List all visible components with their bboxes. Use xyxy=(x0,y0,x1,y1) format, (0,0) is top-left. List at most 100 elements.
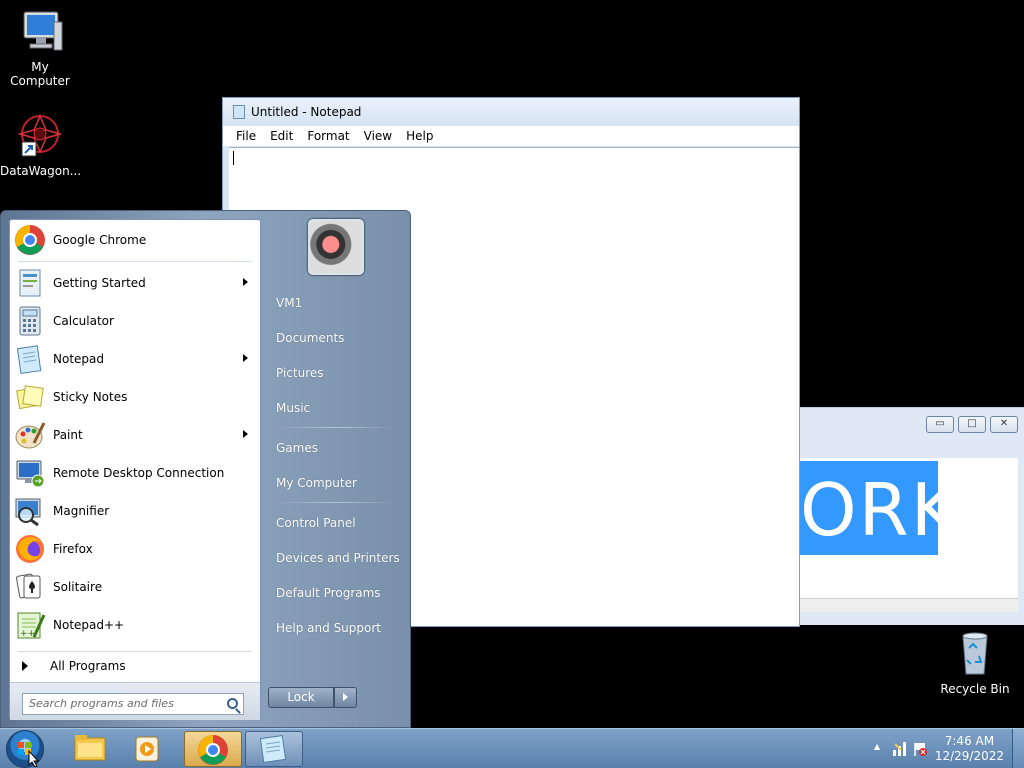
program-paint[interactable]: Paint xyxy=(10,416,260,454)
desktop-icon-datawagon[interactable]: DataWagon... xyxy=(0,112,82,178)
program-solitaire[interactable]: Solitaire xyxy=(10,568,260,606)
media-player-icon xyxy=(135,736,159,762)
desktop-icon-recycle-bin[interactable]: Recycle Bin xyxy=(935,630,1015,696)
folder-icon xyxy=(74,735,106,761)
windows-logo-icon xyxy=(18,742,40,768)
program-getting-started[interactable]: Getting Started xyxy=(10,264,260,302)
program-remote-desktop[interactable]: Remote Desktop Connection xyxy=(10,454,260,492)
program-notepad[interactable]: Notepad xyxy=(10,340,260,378)
system-tray: ▲ 7:46 AM 12/29/2022 xyxy=(864,729,1024,768)
program-label: Google Chrome xyxy=(53,233,147,247)
program-label: Sticky Notes xyxy=(53,390,128,404)
program-label: Firefox xyxy=(53,542,93,556)
show-hidden-icons-button[interactable]: ▲ xyxy=(874,742,880,751)
triangle-right-icon xyxy=(22,661,28,671)
background-window[interactable]: ▭ □ ✕ ORK xyxy=(800,407,1024,625)
background-window-content[interactable]: ORK xyxy=(800,458,1018,608)
start-menu: Google Chrome Getting Started Calculator xyxy=(0,210,411,728)
notepad-plus-plus-icon: ++ xyxy=(14,609,46,641)
action-center-flag-icon[interactable] xyxy=(912,741,928,757)
program-notepad-plus-plus[interactable]: ++ Notepad++ xyxy=(10,606,260,644)
search-placeholder: Search programs and files xyxy=(29,697,174,710)
taskbar-media-player[interactable] xyxy=(120,731,178,767)
magnifier-icon xyxy=(14,495,46,527)
taskbar-notepad[interactable] xyxy=(245,731,303,767)
separator xyxy=(18,261,252,262)
desktop-icon-my-computer[interactable]: My Computer xyxy=(0,8,80,88)
notepad-icon xyxy=(233,105,245,119)
right-item-control-panel[interactable]: Control Panel xyxy=(269,505,403,540)
start-menu-right-pane: VM1 Documents Pictures Music Games My Co… xyxy=(269,285,403,645)
clock[interactable]: 7:46 AM 12/29/2022 xyxy=(935,734,1004,764)
right-item-vm1[interactable]: VM1 xyxy=(269,285,403,320)
notepad-icon xyxy=(259,735,287,763)
submenu-arrow-icon xyxy=(243,430,248,438)
menu-view[interactable]: View xyxy=(357,129,399,143)
recycle-bin-icon xyxy=(951,630,999,678)
horizontal-scrollbar[interactable] xyxy=(800,598,1018,612)
getting-started-icon xyxy=(14,267,46,299)
start-button[interactable] xyxy=(6,730,44,768)
chrome-icon xyxy=(198,735,228,765)
sticky-notes-icon xyxy=(14,381,46,413)
right-item-default-programs[interactable]: Default Programs xyxy=(269,575,403,610)
notepad-icon xyxy=(14,343,46,375)
desktop-icon-label: My Computer xyxy=(10,60,70,88)
right-item-pictures[interactable]: Pictures xyxy=(269,355,403,390)
program-label: Calculator xyxy=(53,314,114,328)
submenu-arrow-icon xyxy=(243,354,248,362)
program-label: Remote Desktop Connection xyxy=(53,466,225,480)
program-label: Notepad xyxy=(53,352,104,366)
notepad-title-bar[interactable]: Untitled - Notepad xyxy=(223,98,799,126)
taskbar: ▲ 7:46 AM 12/29/2022 xyxy=(0,728,1024,768)
menu-help[interactable]: Help xyxy=(399,129,440,143)
program-label: Paint xyxy=(53,428,83,442)
right-item-help-support[interactable]: Help and Support xyxy=(269,610,403,645)
taskbar-chrome[interactable] xyxy=(184,731,242,767)
taskbar-explorer[interactable] xyxy=(62,731,120,767)
all-programs-label: All Programs xyxy=(50,659,126,673)
show-desktop-button[interactable] xyxy=(1012,729,1024,768)
desktop-icon-label: DataWagon... xyxy=(0,164,82,178)
search-area: Search programs and files xyxy=(10,682,260,720)
clock-time: 7:46 AM xyxy=(944,734,995,748)
close-button[interactable]: ✕ xyxy=(990,416,1018,433)
firefox-icon xyxy=(14,533,46,565)
search-icon[interactable] xyxy=(227,698,238,709)
paint-icon xyxy=(14,419,46,451)
right-item-devices-printers[interactable]: Devices and Printers xyxy=(269,540,403,575)
minimize-button[interactable]: ▭ xyxy=(926,416,954,433)
right-item-documents[interactable]: Documents xyxy=(269,320,403,355)
user-picture[interactable] xyxy=(308,219,364,275)
right-item-games[interactable]: Games xyxy=(269,430,403,465)
program-magnifier[interactable]: Magnifier xyxy=(10,492,260,530)
program-calculator[interactable]: Calculator xyxy=(10,302,260,340)
calculator-icon xyxy=(14,305,46,337)
selected-text: ORK xyxy=(800,468,960,552)
separator xyxy=(275,502,397,503)
chrome-icon xyxy=(14,224,46,256)
shutdown-options-arrow-icon[interactable] xyxy=(334,687,357,708)
program-label: Magnifier xyxy=(53,504,110,518)
program-label: Getting Started xyxy=(53,276,146,290)
submenu-arrow-icon xyxy=(243,278,248,286)
program-firefox[interactable]: Firefox xyxy=(10,530,260,568)
menu-format[interactable]: Format xyxy=(300,129,356,143)
right-item-music[interactable]: Music xyxy=(269,390,403,425)
network-icon[interactable] xyxy=(892,741,908,757)
desktop-icon-label: Recycle Bin xyxy=(940,682,1010,696)
program-label: Notepad++ xyxy=(53,618,125,632)
program-google-chrome[interactable]: Google Chrome xyxy=(10,220,260,260)
clock-date: 12/29/2022 xyxy=(934,749,1004,763)
right-item-my-computer[interactable]: My Computer xyxy=(269,465,403,500)
all-programs-button[interactable]: All Programs xyxy=(10,652,260,680)
menu-file[interactable]: File xyxy=(229,129,263,143)
search-input[interactable]: Search programs and files xyxy=(22,693,244,715)
menu-edit[interactable]: Edit xyxy=(263,129,300,143)
datawagon-icon xyxy=(16,112,64,160)
maximize-button[interactable]: □ xyxy=(958,416,986,433)
solitaire-icon xyxy=(14,571,46,603)
lock-button[interactable]: Lock xyxy=(268,687,334,708)
program-sticky-notes[interactable]: Sticky Notes xyxy=(10,378,260,416)
separator xyxy=(275,427,397,428)
